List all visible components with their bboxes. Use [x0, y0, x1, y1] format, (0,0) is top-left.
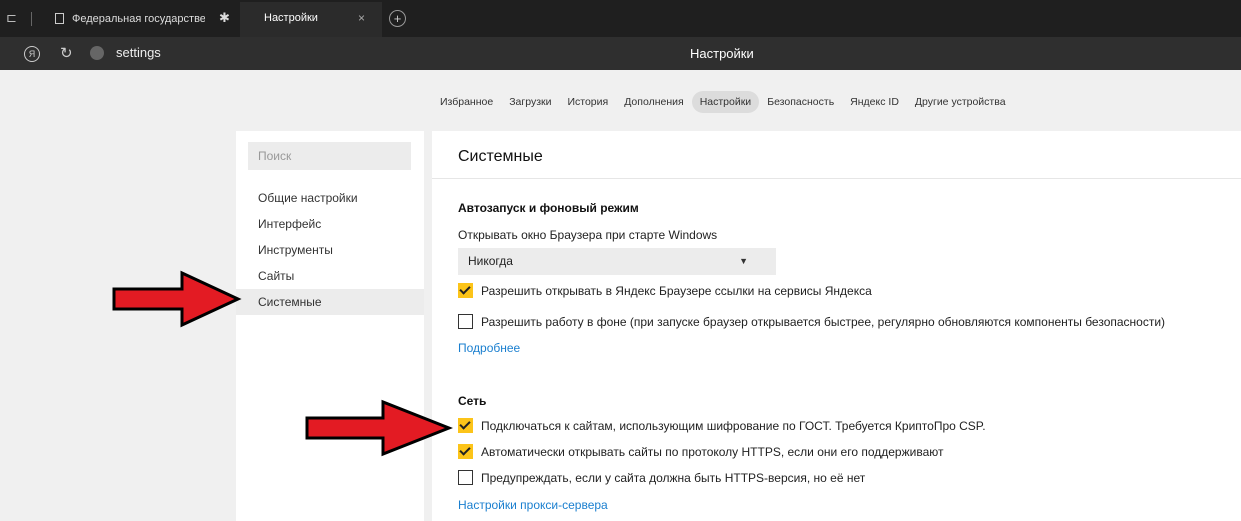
site-shield-icon[interactable]: [90, 46, 104, 60]
topnav-yandex-id[interactable]: Яндекс ID: [842, 91, 907, 113]
address-bar: Я ↻ settings Настройки: [0, 37, 1241, 70]
topnav-downloads[interactable]: Загрузки: [501, 91, 559, 113]
checkbox-unchecked-icon: [458, 314, 473, 329]
sidebar-item-interface[interactable]: Интерфейс: [236, 211, 424, 237]
gost-checkbox[interactable]: Подключаться к сайтам, использующим шифр…: [458, 418, 986, 433]
url-text[interactable]: settings: [116, 45, 161, 60]
tab-federal[interactable]: Федеральная государстве: [55, 9, 205, 29]
tab-federal-title: Федеральная государстве: [72, 13, 205, 25]
topnav-settings[interactable]: Настройки: [691, 91, 760, 113]
sidebar-item-sites[interactable]: Сайты: [236, 263, 424, 289]
tab-bar: ⊏ Федеральная государстве ✱ Настройки × …: [0, 0, 1241, 37]
proxy-settings-link[interactable]: Настройки прокси-сервера: [458, 498, 608, 512]
tabs-menu-icon[interactable]: ⊏: [6, 10, 22, 26]
autostart-label: Открывать окно Браузера при старте Windo…: [458, 228, 718, 242]
topnav-extensions[interactable]: Дополнения: [616, 91, 691, 113]
https-auto-label: Автоматически открывать сайты по протоко…: [481, 444, 944, 459]
allow-yandex-links-label: Разрешить открывать в Яндекс Браузере сс…: [481, 283, 872, 298]
annotation-arrow-icon: [305, 399, 453, 457]
document-icon: [55, 13, 64, 24]
autostart-select[interactable]: Никогда ▼: [458, 248, 776, 275]
background-mode-checkbox[interactable]: Разрешить работу в фоне (при запуске бра…: [458, 314, 1165, 329]
checkbox-checked-icon: [458, 418, 473, 433]
sidebar-item-system[interactable]: Системные: [236, 289, 424, 315]
settings-sidebar: Поиск Общие настройки Интерфейс Инструме…: [236, 131, 424, 521]
checkbox-checked-icon: [458, 444, 473, 459]
gost-label: Подключаться к сайтам, использующим шифр…: [481, 418, 986, 433]
tab-separator: [31, 12, 32, 26]
topnav-security[interactable]: Безопасность: [759, 91, 842, 113]
sidebar-item-tools[interactable]: Инструменты: [236, 237, 424, 263]
checkbox-checked-icon: [458, 283, 473, 298]
annotation-arrow-icon: [112, 270, 242, 328]
search-input[interactable]: Поиск: [248, 142, 411, 170]
divider: [432, 178, 1241, 179]
https-auto-checkbox[interactable]: Автоматически открывать сайты по протоко…: [458, 444, 943, 459]
close-icon[interactable]: ×: [358, 11, 365, 25]
section-title: Системные: [458, 148, 543, 165]
yandex-logo-icon[interactable]: Я: [24, 46, 40, 62]
topnav-favorites[interactable]: Избранное: [432, 91, 501, 113]
sidebar-item-general[interactable]: Общие настройки: [236, 185, 424, 211]
autostart-heading: Автозапуск и фоновый режим: [458, 201, 639, 215]
allow-yandex-links-checkbox[interactable]: Разрешить открывать в Яндекс Браузере сс…: [458, 283, 872, 298]
topnav-other-devices[interactable]: Другие устройства: [907, 91, 1014, 113]
reload-icon[interactable]: ↻: [60, 44, 73, 62]
checkbox-unchecked-icon: [458, 470, 473, 485]
https-warn-label: Предупреждать, если у сайта должна быть …: [481, 470, 866, 485]
tab-settings[interactable]: Настройки ×: [240, 2, 382, 37]
https-warn-checkbox[interactable]: Предупреждать, если у сайта должна быть …: [458, 470, 865, 485]
tab-settings-title: Настройки: [264, 12, 318, 24]
gear-icon: ✱: [219, 10, 230, 25]
network-heading: Сеть: [458, 394, 487, 408]
chevron-down-icon: ▼: [739, 256, 748, 266]
background-mode-label: Разрешить работу в фоне (при запуске бра…: [481, 314, 1166, 329]
more-info-link[interactable]: Подробнее: [458, 341, 520, 355]
settings-top-nav: Избранное Загрузки История Дополнения На…: [432, 90, 1014, 114]
autostart-select-value: Никогда: [468, 254, 513, 268]
new-tab-button[interactable]: +: [389, 10, 406, 27]
settings-main-panel: Системные Автозапуск и фоновый режим Отк…: [432, 131, 1241, 521]
page-title: Настройки: [690, 46, 754, 61]
topnav-history[interactable]: История: [559, 91, 616, 113]
